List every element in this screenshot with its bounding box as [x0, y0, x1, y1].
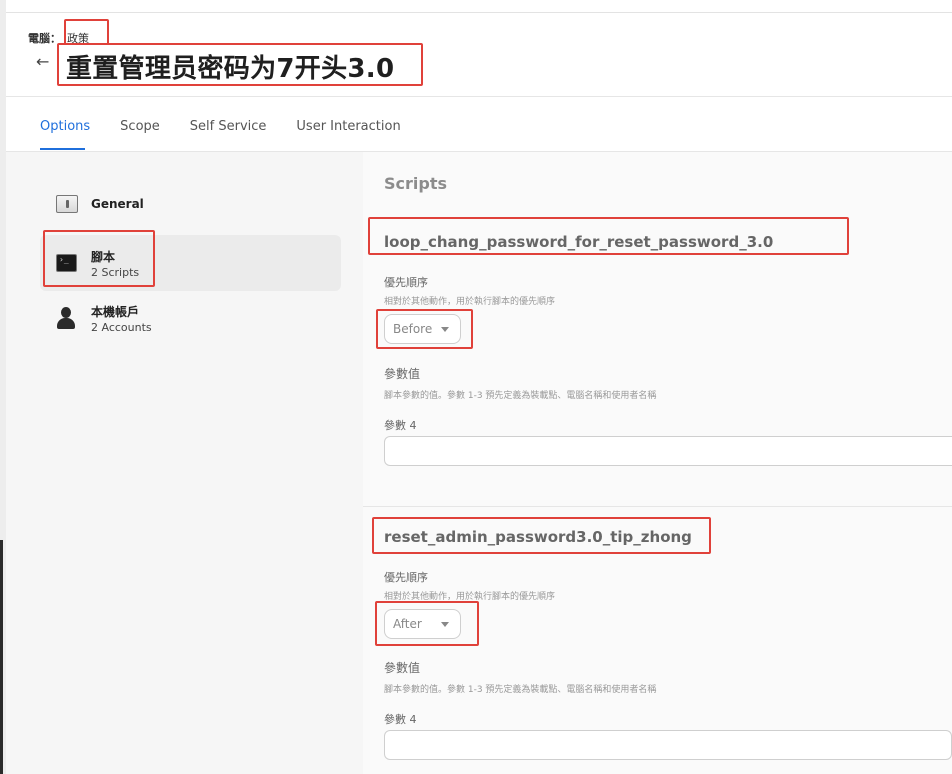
priority-select[interactable]: After — [384, 609, 461, 639]
chevron-down-icon — [441, 622, 449, 627]
priority-label: 優先順序 — [384, 276, 428, 289]
parameter-values-label: 參數值 — [384, 367, 421, 381]
sidebar-item-label: General — [91, 197, 144, 211]
sidebar-item-label: 腳本 — [91, 250, 116, 264]
general-icon — [56, 195, 78, 213]
sidebar-item-local-accounts[interactable]: 本機帳戶 2 Accounts — [40, 290, 341, 346]
window-edge-dark — [0, 540, 3, 774]
parameter-4-input[interactable] — [384, 436, 952, 466]
priority-select-value: Before — [393, 322, 433, 336]
tab-options[interactable]: Options — [40, 119, 90, 134]
script-name: reset_admin_password3.0_tip_zhong — [384, 528, 692, 546]
breadcrumb-current[interactable]: 政策 — [64, 30, 92, 46]
script-name: loop_chang_password_for_reset_password_3… — [384, 233, 774, 251]
parameter-values-label: 參數值 — [384, 661, 421, 675]
priority-select-value: After — [393, 617, 422, 631]
sidebar-item-scripts[interactable]: 腳本 2 Scripts — [40, 235, 341, 291]
priority-select[interactable]: Before — [384, 314, 461, 344]
priority-description: 相對於其他動作，用於執行腳本的優先順序 — [384, 297, 556, 307]
tab-bar: Options Scope Self Service User Interact… — [40, 119, 401, 134]
user-icon — [56, 307, 76, 329]
top-divider — [6, 12, 952, 13]
sidebar-item-count: 2 Scripts — [91, 266, 140, 279]
tab-scope[interactable]: Scope — [120, 119, 160, 134]
header-divider — [6, 96, 952, 97]
scripts-panel: Scripts loop_chang_password_for_reset_pa… — [363, 152, 952, 774]
sidebar: General 腳本 2 Scripts 本機帳戶 2 Accounts — [6, 152, 363, 774]
chevron-down-icon — [441, 327, 449, 332]
terminal-icon — [56, 254, 77, 272]
sidebar-item-label: 本機帳戶 — [91, 305, 140, 319]
priority-label: 優先順序 — [384, 571, 428, 584]
breadcrumb: 電腦： 政策 — [28, 30, 92, 46]
section-title: Scripts — [384, 174, 448, 193]
tab-self-service[interactable]: Self Service — [190, 119, 267, 134]
parameter-4-label: 參數 4 — [384, 419, 417, 432]
parameter-values-description: 腳本參數的值。參數 1-3 預先定義為裝載點、電腦名稱和使用者名稱 — [384, 685, 657, 695]
parameter-4-label: 參數 4 — [384, 713, 417, 726]
breadcrumb-parent[interactable]: 電腦： — [28, 32, 61, 45]
script-divider — [363, 506, 952, 507]
tab-user-interaction[interactable]: User Interaction — [296, 119, 400, 134]
page-title: 重置管理员密码为7开头3.0 — [66, 54, 395, 84]
sidebar-item-general[interactable]: General — [40, 176, 341, 232]
parameter-values-description: 腳本參數的值。參數 1-3 預先定義為裝載點、電腦名稱和使用者名稱 — [384, 391, 657, 401]
priority-description: 相對於其他動作，用於執行腳本的優先順序 — [384, 592, 556, 602]
sidebar-item-count: 2 Accounts — [91, 321, 152, 334]
active-tab-indicator — [40, 148, 85, 150]
back-arrow-icon[interactable]: ← — [36, 52, 49, 71]
parameter-4-input[interactable] — [384, 730, 952, 760]
